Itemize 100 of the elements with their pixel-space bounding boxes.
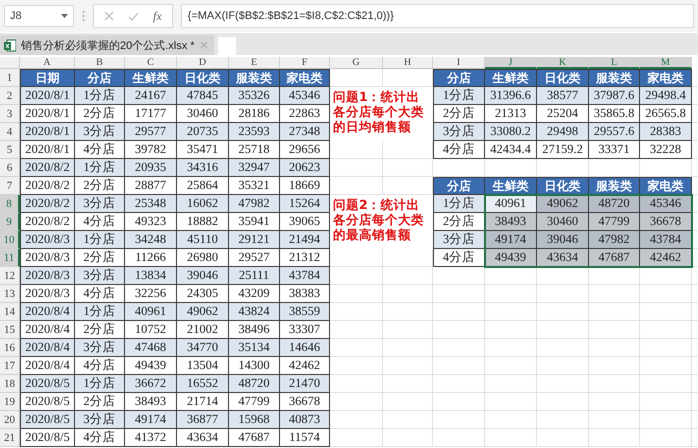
row-header[interactable]: 5 xyxy=(0,141,20,159)
table-cell: 25864 xyxy=(177,177,229,195)
table-cell: 27348 xyxy=(280,123,330,141)
column-header[interactable]: K xyxy=(537,57,589,69)
row-header[interactable]: 2 xyxy=(0,87,20,105)
row-header[interactable]: 16 xyxy=(0,339,20,357)
table-cell[interactable]: 47982 xyxy=(589,231,640,249)
table-cell: 29557.6 xyxy=(589,123,640,141)
table-cell: 36672 xyxy=(125,375,177,393)
row-header[interactable]: 7 xyxy=(0,177,20,195)
row-header[interactable]: 14 xyxy=(0,303,20,321)
row-header[interactable]: 21 xyxy=(0,429,20,447)
new-tab-button[interactable] xyxy=(218,37,236,55)
column-heading: 生鲜类 xyxy=(485,69,537,87)
table-cell: 2分店 xyxy=(75,105,125,123)
row-header[interactable]: 19 xyxy=(0,393,20,411)
table-cell: 27159.2 xyxy=(537,141,589,159)
table-cell: 4分店 xyxy=(75,141,125,159)
table-cell: 20935 xyxy=(125,159,177,177)
table-cell[interactable]: 47799 xyxy=(589,213,640,231)
table-cell[interactable]: 49062 xyxy=(537,195,589,213)
row-header[interactable]: 4 xyxy=(0,123,20,141)
column-header[interactable]: I xyxy=(433,57,485,69)
table-cell: 39046 xyxy=(177,267,229,285)
table-cell[interactable]: 47687 xyxy=(589,249,640,267)
table-cell: 33080.2 xyxy=(485,123,537,141)
column-header[interactable]: B xyxy=(75,57,125,69)
table-cell: 2020/8/3 xyxy=(20,267,75,285)
table-cell[interactable]: 49439 xyxy=(485,249,537,267)
table-cell: 2020/8/4 xyxy=(20,339,75,357)
select-all-corner[interactable] xyxy=(0,57,20,69)
check-icon[interactable] xyxy=(128,12,139,20)
column-header[interactable]: D xyxy=(177,57,229,69)
cancel-icon[interactable] xyxy=(104,11,114,21)
insert-function-button[interactable]: fx xyxy=(153,8,162,24)
row-header[interactable]: 1 xyxy=(0,69,20,87)
column-heading: 家电类 xyxy=(280,69,330,87)
table-cell[interactable]: 40961 xyxy=(485,195,537,213)
table-cell: 1分店 xyxy=(75,87,125,105)
table-cell: 22863 xyxy=(280,105,330,123)
table-cell: 36877 xyxy=(177,411,229,429)
close-icon[interactable] xyxy=(200,41,208,49)
row-header[interactable]: 10 xyxy=(0,231,20,249)
column-header[interactable]: L xyxy=(589,57,640,69)
column-heading: 分店 xyxy=(75,69,125,87)
column-header[interactable]: F xyxy=(280,57,330,69)
table-cell: 4分店 xyxy=(433,141,485,159)
table-cell: 14300 xyxy=(229,357,280,375)
row-header[interactable]: 17 xyxy=(0,357,20,375)
table-cell: 47799 xyxy=(229,393,280,411)
row-header[interactable]: 3 xyxy=(0,105,20,123)
table-cell: 38383 xyxy=(280,285,330,303)
table-cell[interactable]: 45346 xyxy=(640,195,692,213)
table-cell[interactable]: 48720 xyxy=(589,195,640,213)
table-cell[interactable]: 30460 xyxy=(537,213,589,231)
column-header[interactable]: E xyxy=(229,57,280,69)
row-header[interactable]: 9 xyxy=(0,213,20,231)
table-cell: 1分店 xyxy=(75,231,125,249)
table-cell[interactable]: 43634 xyxy=(537,249,589,267)
table-cell: 37987.6 xyxy=(589,87,640,105)
column-header[interactable]: M xyxy=(640,57,692,69)
table-cell: 47687 xyxy=(229,429,280,447)
column-header[interactable]: G xyxy=(330,57,383,69)
table-cell[interactable]: 36678 xyxy=(640,213,692,231)
column-header[interactable]: J xyxy=(485,57,537,69)
table-cell: 45110 xyxy=(177,231,229,249)
table-cell: 47982 xyxy=(229,195,280,213)
table-cell[interactable]: 38493 xyxy=(485,213,537,231)
row-header[interactable]: 20 xyxy=(0,411,20,429)
table-cell: 1分店 xyxy=(75,303,125,321)
table-cell: 4分店 xyxy=(75,357,125,375)
column-header[interactable]: H xyxy=(383,57,433,69)
table-cell[interactable]: 42462 xyxy=(640,249,692,267)
row-header[interactable]: 6 xyxy=(0,159,20,177)
table-cell: 15264 xyxy=(280,195,330,213)
row-header[interactable]: 18 xyxy=(0,375,20,393)
row-header[interactable]: 8 xyxy=(0,195,20,213)
column-header[interactable]: C xyxy=(125,57,177,69)
row-header[interactable]: 11 xyxy=(0,249,20,267)
table-cell: 21312 xyxy=(280,249,330,267)
formula-field[interactable]: {=MAX(IF($B$2:$B$21=$I8,C$2:C$21,0))} xyxy=(180,4,694,28)
table-cell: 42462 xyxy=(280,357,330,375)
table-cell: 38559 xyxy=(280,303,330,321)
table-cell: 20735 xyxy=(177,123,229,141)
table-cell[interactable]: 39046 xyxy=(537,231,589,249)
row-header[interactable]: 13 xyxy=(0,285,20,303)
table-cell: 3分店 xyxy=(433,231,485,249)
row-header[interactable]: 12 xyxy=(0,267,20,285)
table-cell: 2分店 xyxy=(433,213,485,231)
table-cell: 3分店 xyxy=(433,123,485,141)
table-cell[interactable]: 43784 xyxy=(640,231,692,249)
table-cell: 2020/8/3 xyxy=(20,249,75,267)
table-cell: 3分店 xyxy=(75,339,125,357)
table-cell[interactable]: 49174 xyxy=(485,231,537,249)
name-box[interactable]: J8 xyxy=(4,5,74,27)
table-cell: 2020/8/3 xyxy=(20,231,75,249)
column-header[interactable]: A xyxy=(20,57,75,69)
workbook-tab[interactable]: 销售分析必须掌握的20个公式.xlsx * xyxy=(0,35,214,55)
row-header[interactable]: 15 xyxy=(0,321,20,339)
table-cell: 13834 xyxy=(125,267,177,285)
